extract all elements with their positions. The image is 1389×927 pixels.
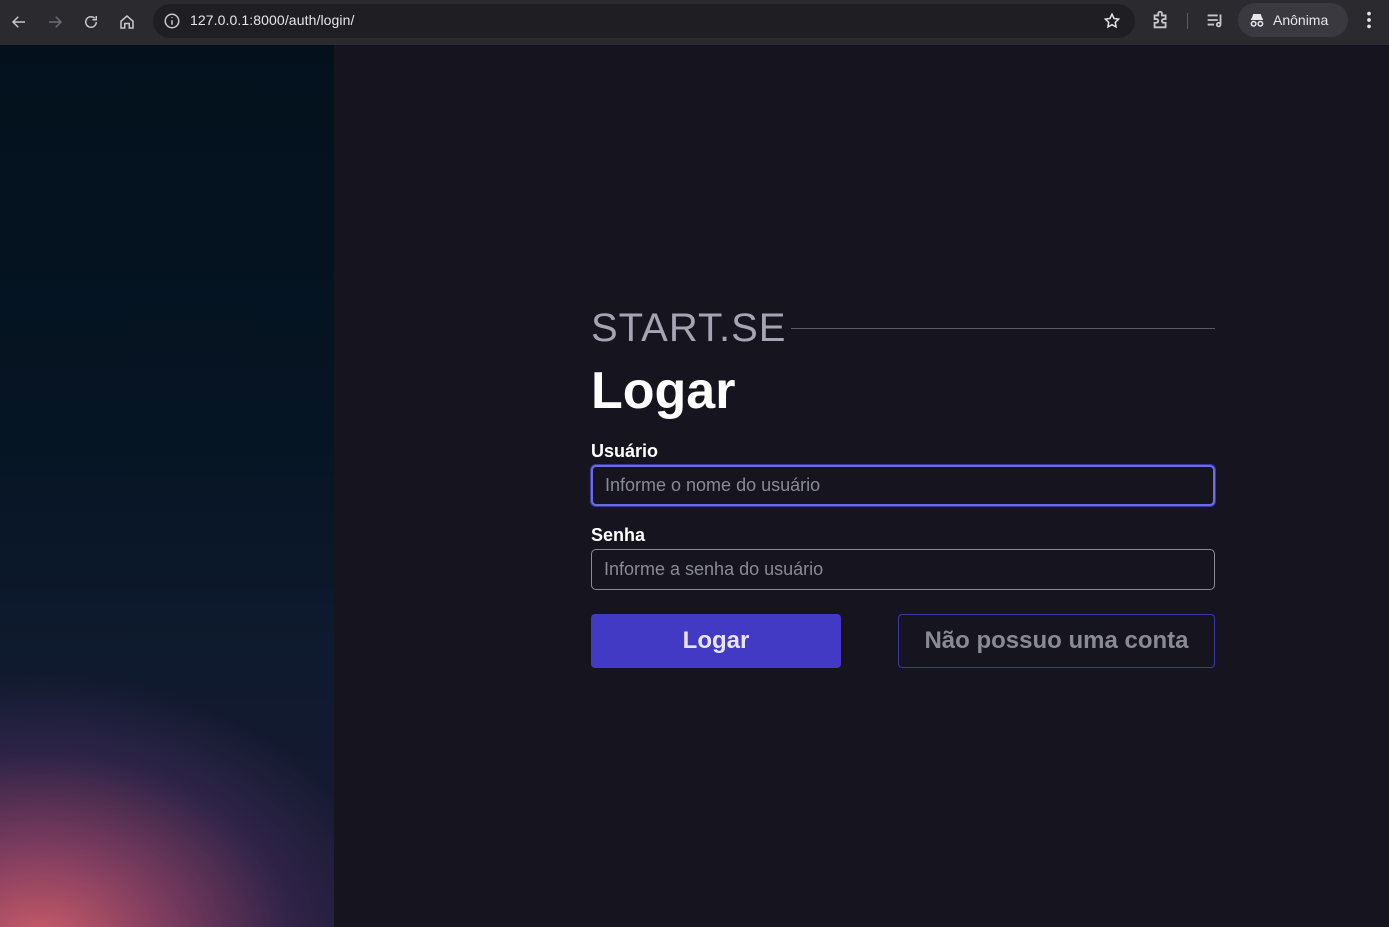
browser-toolbar: 127.0.0.1:8000/auth/login/ Anônima: [0, 0, 1389, 45]
page-title: Logar: [591, 362, 736, 420]
password-label: Senha: [591, 525, 646, 545]
signup-button[interactable]: Não possuo uma conta: [898, 614, 1215, 668]
login-button[interactable]: Logar: [591, 614, 841, 668]
profile-label: Anônima: [1273, 12, 1329, 28]
incognito-profile-button[interactable]: Anônima: [1238, 3, 1348, 37]
media-queue-icon[interactable]: [1204, 9, 1226, 31]
brand-divider: [791, 328, 1215, 329]
brand-logo-text: START.SE: [591, 306, 787, 350]
username-label: Usuário: [591, 441, 659, 461]
decorative-gradient-panel: [0, 45, 334, 927]
password-input[interactable]: [591, 549, 1215, 590]
reload-button[interactable]: [73, 4, 109, 40]
reload-icon: [85, 16, 97, 28]
url-text[interactable]: 127.0.0.1:8000/auth/login/: [190, 12, 355, 28]
info-icon[interactable]: [163, 12, 181, 30]
back-arrow-icon: [11, 16, 25, 28]
puzzle-icon[interactable]: [1150, 9, 1172, 31]
kebab-menu-icon[interactable]: [1358, 9, 1380, 31]
incognito-icon: [1250, 14, 1264, 27]
toolbar-divider: [1187, 13, 1188, 29]
forward-arrow-icon: [49, 16, 63, 28]
forward-button[interactable]: [37, 4, 73, 40]
address-bar[interactable]: 127.0.0.1:8000/auth/login/: [153, 4, 1135, 38]
star-icon[interactable]: [1103, 12, 1121, 30]
back-button[interactable]: [1, 4, 37, 40]
brand-header: START.SE: [591, 306, 1215, 352]
home-icon: [120, 15, 134, 29]
username-input[interactable]: [591, 465, 1215, 506]
home-button[interactable]: [109, 4, 145, 40]
